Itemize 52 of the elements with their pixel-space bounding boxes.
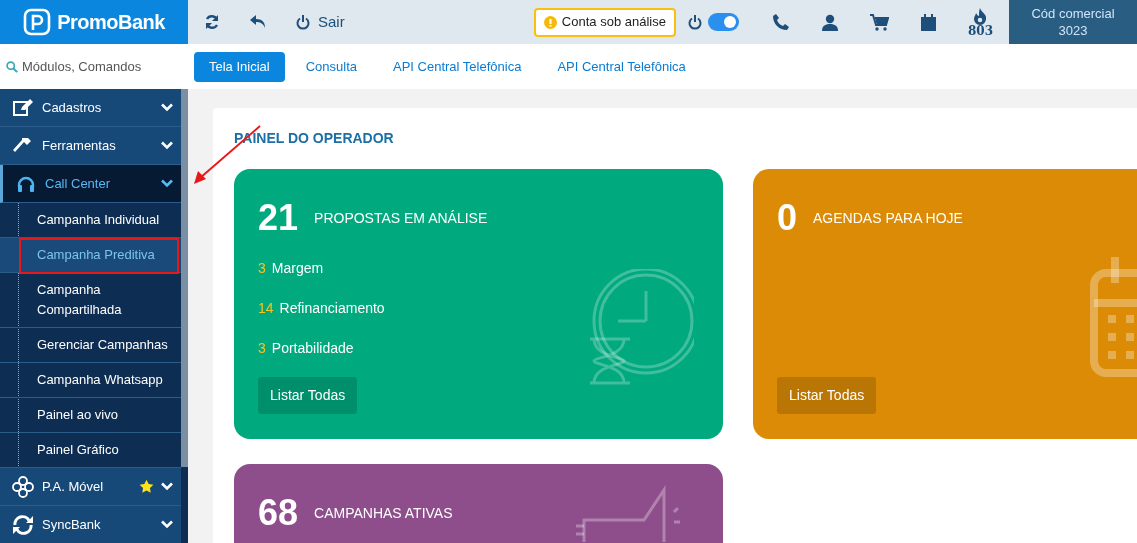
edit-icon	[12, 98, 34, 117]
menu-item[interactable]: Ferramentas	[0, 127, 181, 165]
power-icon	[687, 14, 702, 30]
headset-icon	[15, 175, 37, 192]
sync-icon	[12, 514, 34, 535]
menu-item[interactable]: P.A. Móvel	[0, 468, 181, 506]
reply-arrow-icon	[250, 15, 266, 29]
cart-icon[interactable]	[869, 13, 889, 31]
toggle-switch[interactable]	[707, 13, 739, 31]
phone-icon[interactable]	[771, 13, 790, 31]
tab[interactable]: Tela Inicial	[194, 51, 285, 82]
logo-text: PromoBank	[57, 10, 165, 35]
stat-row-text: 14 Refinanciamento	[258, 299, 386, 318]
tab[interactable]: Consulta	[290, 51, 372, 82]
chevron-icon	[161, 141, 173, 150]
stat-count: 21	[258, 198, 299, 238]
logout-button[interactable]: Sair	[296, 10, 345, 34]
status-badge: Conta sob análise	[533, 7, 676, 37]
list-all-button[interactable]: Listar Todas	[258, 377, 358, 414]
commercial-code-panel: Cód comercial 3023	[1009, 0, 1137, 44]
logo-icon	[23, 8, 52, 36]
stat-row-text: 3 Portabilidade	[258, 339, 355, 358]
menu-item[interactable]: SyncBank	[0, 506, 181, 543]
power-icon	[296, 14, 310, 30]
stat-row-text: 3 Margem	[258, 259, 325, 278]
user-icon[interactable]	[821, 13, 838, 31]
tab[interactable]: API Central Telefônica	[542, 51, 701, 82]
chevron-icon	[161, 103, 173, 112]
flame-counter[interactable]: 803	[967, 7, 993, 37]
search-input[interactable]: Módulos, Comandos	[22, 56, 182, 77]
back-button[interactable]	[250, 15, 266, 29]
menu-item[interactable]: Cadastros	[0, 89, 181, 127]
calendar-icon[interactable]	[920, 13, 936, 31]
tab[interactable]: API Central Telefônica	[378, 51, 537, 82]
stat-title: CAMPANHAS ATIVAS	[314, 503, 453, 523]
flower-icon	[12, 475, 34, 498]
chevron-icon	[161, 179, 173, 188]
search-icon	[6, 59, 18, 74]
chevron-icon	[161, 520, 173, 529]
search-field[interactable]: Módulos, Comandos	[0, 44, 188, 89]
list-all-button[interactable]: Listar Todas	[777, 377, 877, 414]
star-icon	[139, 479, 154, 494]
stat-count: 68	[258, 493, 299, 533]
chevron-icon	[161, 482, 173, 491]
stat-count: 0	[777, 198, 798, 238]
menu-item[interactable]: Call Center	[0, 165, 181, 203]
refresh-button[interactable]	[204, 14, 220, 30]
refresh-icon	[204, 14, 220, 30]
warning-icon	[543, 15, 557, 29]
flame-icon	[973, 7, 988, 25]
stat-title: PROPOSTAS EM ANÁLISE	[314, 208, 488, 228]
stat-title: AGENDAS PARA HOJE	[813, 208, 963, 228]
